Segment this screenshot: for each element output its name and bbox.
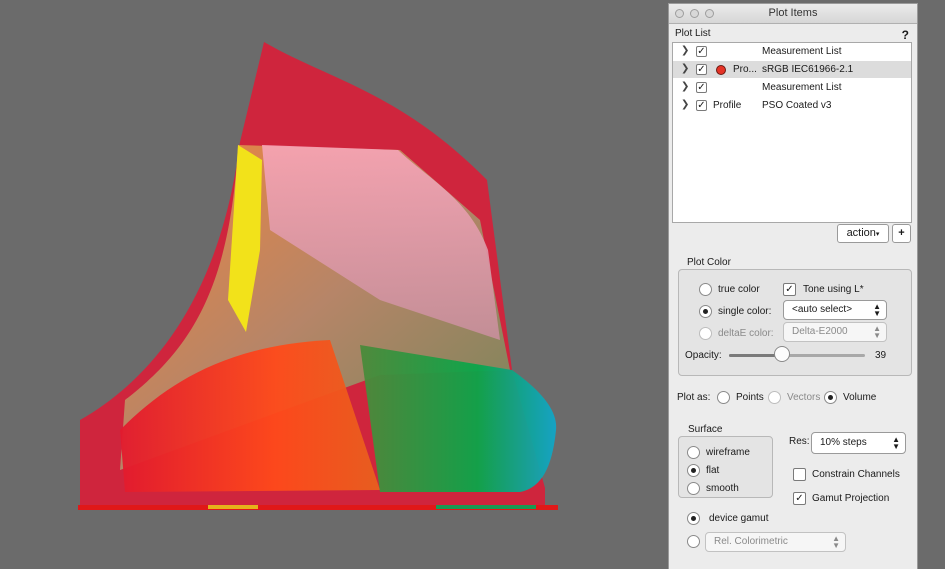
- plot-color-label: Plot Color: [687, 257, 731, 268]
- row-type-label: Profile: [713, 100, 742, 111]
- opacity-label: Opacity:: [685, 350, 722, 361]
- surface-wireframe-label: wireframe: [706, 447, 750, 458]
- gamut-projection-checkbox[interactable]: ✓: [793, 492, 806, 505]
- opacity-slider-knob[interactable]: [774, 346, 791, 362]
- disclosure-chevron-icon[interactable]: ❯: [681, 63, 689, 74]
- surface-group: wireframe flat smooth: [678, 436, 773, 498]
- plot-list-row[interactable]: ❯ ✓ Measurement List: [673, 79, 911, 96]
- disclosure-chevron-icon[interactable]: ❯: [681, 45, 689, 56]
- surface-flat-radio[interactable]: [687, 464, 700, 477]
- row-type-label: Pro...: [733, 64, 757, 75]
- plot-list-row[interactable]: ❯ ✓ Pro... sRGB IEC61966-2.1: [673, 61, 911, 78]
- row-name-label: PSO Coated v3: [762, 100, 832, 111]
- plot-as-label: Plot as:: [677, 392, 711, 403]
- gamut-3d-viewport[interactable]: [0, 0, 665, 566]
- deltae-color-label: deltaE color:: [718, 328, 774, 339]
- true-color-radio[interactable]: [699, 283, 712, 296]
- plot-as-volume-radio[interactable]: [824, 391, 837, 404]
- plot-as-vectors-radio[interactable]: [768, 391, 781, 404]
- tone-using-l-checkbox[interactable]: ✓: [783, 283, 796, 296]
- deltae-value: Delta-E2000: [792, 326, 848, 337]
- rendering-intent-value: Rel. Colorimetric: [714, 536, 788, 547]
- zoom-window-button[interactable]: [705, 9, 714, 18]
- add-icon: +: [898, 227, 905, 239]
- plot-items-panel: Plot Items Plot List ? ❯ ✓ Measurement L…: [668, 3, 918, 569]
- resolution-label: Res:: [789, 436, 810, 447]
- disclosure-chevron-icon[interactable]: ❯: [681, 99, 689, 110]
- gamut-projection-label: Gamut Projection: [812, 493, 890, 504]
- window-title: Plot Items: [768, 7, 818, 19]
- deltae-select[interactable]: Delta-E2000 ▲ ▼: [783, 322, 887, 342]
- row-name-label: Measurement List: [762, 46, 842, 57]
- row-visible-checkbox[interactable]: ✓: [696, 64, 707, 75]
- updown-chevron-icon: ▲ ▼: [892, 435, 900, 451]
- deltae-color-radio[interactable]: [699, 327, 712, 340]
- rendering-intent-radio[interactable]: [687, 535, 700, 548]
- single-color-value: <auto select>: [792, 304, 853, 315]
- plot-as-volume-label: Volume: [843, 392, 877, 403]
- gamut-volume-render: [78, 42, 558, 510]
- device-gamut-label: device gamut: [709, 513, 769, 524]
- minimize-window-button[interactable]: [690, 9, 699, 18]
- plot-as-vectors-label: Vectors: [787, 392, 821, 403]
- series-color-swatch-icon[interactable]: [716, 65, 726, 75]
- device-gamut-radio[interactable]: [687, 512, 700, 525]
- single-color-radio[interactable]: [699, 305, 712, 318]
- rendering-intent-select[interactable]: Rel. Colorimetric ▲ ▼: [705, 532, 846, 552]
- resolution-select[interactable]: 10% steps ▲ ▼: [811, 432, 906, 454]
- close-window-button[interactable]: [675, 9, 684, 18]
- updown-chevron-icon: ▲ ▼: [832, 534, 840, 550]
- constrain-channels-label: Constrain Channels: [812, 469, 900, 480]
- help-icon[interactable]: ?: [902, 28, 909, 42]
- row-visible-checkbox[interactable]: ✓: [696, 82, 707, 93]
- resolution-value: 10% steps: [820, 437, 867, 448]
- surface-label: Surface: [688, 424, 723, 435]
- updown-chevron-icon: ▲ ▼: [873, 324, 881, 340]
- updown-chevron-icon: ▲ ▼: [873, 302, 881, 318]
- action-button-label: action: [846, 227, 876, 239]
- surface-smooth-radio[interactable]: [687, 482, 700, 495]
- surface-smooth-label: smooth: [706, 483, 739, 494]
- plot-list-row[interactable]: ❯ ✓ Profile PSO Coated v3: [673, 97, 911, 114]
- add-item-button[interactable]: +: [892, 224, 911, 243]
- tone-using-l-label: Tone using L*: [803, 284, 864, 295]
- plot-as-points-radio[interactable]: [717, 391, 730, 404]
- surface-wireframe-radio[interactable]: [687, 446, 700, 459]
- opacity-value: 39: [875, 350, 887, 361]
- green-cyan-face: [360, 345, 557, 492]
- surface-flat-label: flat: [706, 465, 720, 476]
- true-color-label: true color: [718, 284, 760, 295]
- single-color-select[interactable]: <auto select> ▲ ▼: [783, 300, 887, 320]
- action-menu-button[interactable]: action▾: [837, 224, 889, 243]
- row-name-label: sRGB IEC61966-2.1: [762, 64, 854, 75]
- disclosure-chevron-icon[interactable]: ❯: [681, 81, 689, 92]
- plot-color-group: true color ✓ Tone using L* single color:…: [678, 269, 912, 376]
- plot-as-points-label: Points: [736, 392, 764, 403]
- row-visible-checkbox[interactable]: ✓: [696, 46, 707, 57]
- plot-list-table[interactable]: ❯ ✓ Measurement List ❯ ✓ Pro... sRGB IEC…: [672, 42, 912, 223]
- plot-list-row[interactable]: ❯ ✓ Measurement List: [673, 43, 911, 60]
- title-bar[interactable]: Plot Items: [669, 4, 917, 24]
- plot-list-label: Plot List: [675, 28, 711, 39]
- single-color-label: single color:: [718, 306, 772, 317]
- constrain-channels-checkbox[interactable]: [793, 468, 806, 481]
- row-visible-checkbox[interactable]: ✓: [696, 100, 707, 111]
- row-name-label: Measurement List: [762, 82, 842, 93]
